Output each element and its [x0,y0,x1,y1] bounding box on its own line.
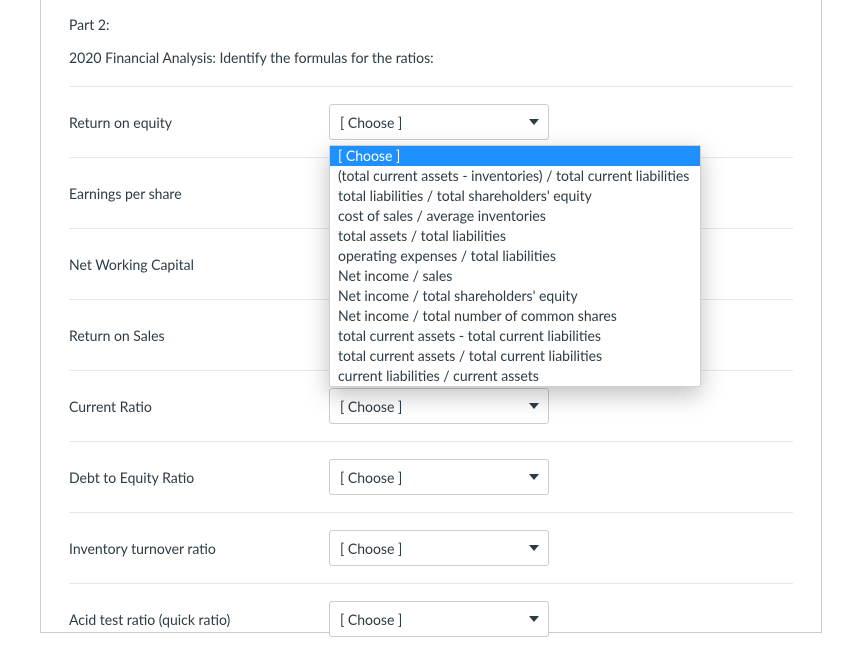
select-wrap: [ Choose ] [329,104,549,140]
dropdown-option[interactable]: Net income / total number of common shar… [330,306,700,326]
formula-select-return-on-equity[interactable]: [ Choose ] [329,104,549,140]
question-card: Part 2: 2020 Financial Analysis: Identif… [40,0,822,633]
match-label: Inventory turnover ratio [69,540,329,557]
formula-select-current-ratio[interactable]: [ Choose ] [329,388,549,424]
dropdown-option[interactable]: cost of sales / average inventories [330,206,700,226]
dropdown-option[interactable]: total current assets - total current lia… [330,326,700,346]
formula-dropdown-open[interactable]: [ Choose ] (total current assets - inven… [329,145,701,387]
match-row: Inventory turnover ratio [ Choose ] [69,512,793,583]
select-wrap: [ Choose ] [329,388,549,424]
match-label: Acid test ratio (quick ratio) [69,611,329,628]
question-subtitle: 2020 Financial Analysis: Identify the fo… [69,49,793,66]
dropdown-option[interactable]: total current assets / total current lia… [330,346,700,366]
match-label: Debt to Equity Ratio [69,469,329,486]
question-header: Part 2: 2020 Financial Analysis: Identif… [69,0,793,78]
match-label: Net Working Capital [69,256,329,273]
dropdown-option[interactable]: (total current assets - inventories) / t… [330,166,700,186]
select-wrap: [ Choose ] [329,601,549,637]
formula-select-acid-test[interactable]: [ Choose ] [329,601,549,637]
match-label: Return on Sales [69,327,329,344]
part-label: Part 2: [69,16,793,33]
select-wrap: [ Choose ] [329,530,549,566]
dropdown-option[interactable]: current liabilities / current assets [330,366,700,386]
match-row: Debt to Equity Ratio [ Choose ] [69,441,793,512]
dropdown-option[interactable]: total liabilities / total shareholders' … [330,186,700,206]
match-row: Acid test ratio (quick ratio) [ Choose ] [69,583,793,654]
dropdown-option[interactable]: Net income / sales [330,266,700,286]
match-label: Earnings per share [69,185,329,202]
select-wrap: [ Choose ] [329,459,549,495]
formula-select-debt-to-equity[interactable]: [ Choose ] [329,459,549,495]
dropdown-option[interactable]: [ Choose ] [330,146,700,166]
dropdown-option[interactable]: Net income / total shareholders' equity [330,286,700,306]
formula-select-inventory-turnover[interactable]: [ Choose ] [329,530,549,566]
match-label: Return on equity [69,114,329,131]
dropdown-option[interactable]: operating expenses / total liabilities [330,246,700,266]
dropdown-option[interactable]: total assets / total liabilities [330,226,700,246]
match-label: Current Ratio [69,398,329,415]
